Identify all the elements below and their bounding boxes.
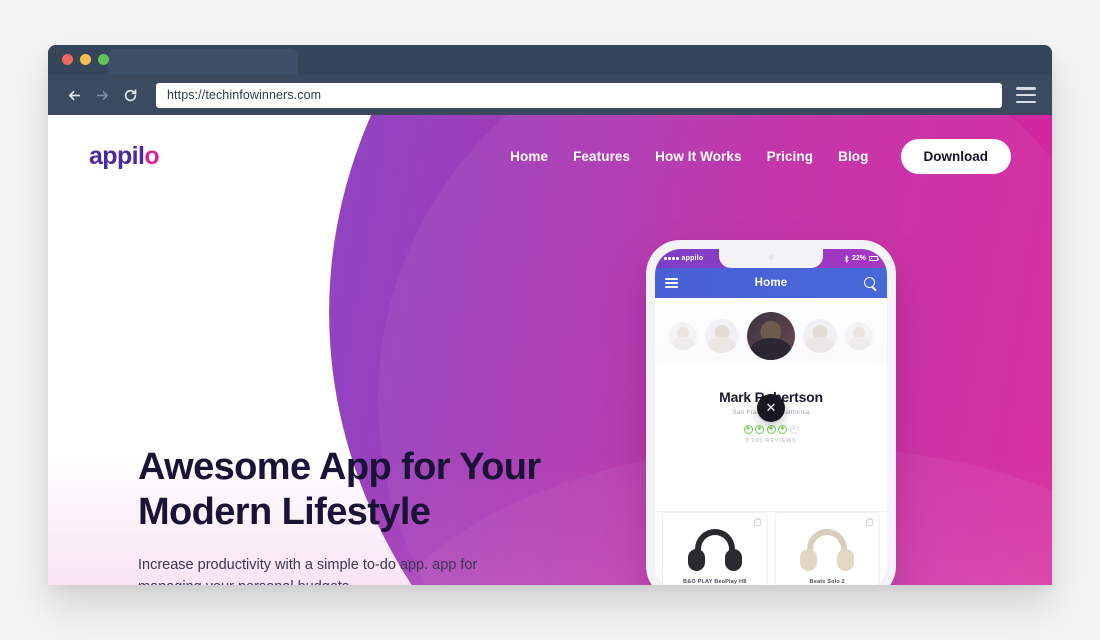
phone-mockup: appilo 22% Home ✕ Mark Robertson San Cal… [646,240,896,585]
search-icon[interactable] [864,276,877,290]
hero-title: Awesome App for Your Modern Lifestyle [138,445,558,535]
product-card[interactable]: Beats Solo 2 $299.95 [774,512,880,585]
product-list: B&O PLAY BeoPlay H8 $199.95 Beats Solo 2… [655,511,887,585]
signal-strength-icon [664,257,679,260]
star-icon-filled: ✱ [743,425,753,434]
close-icon[interactable]: ✕ [757,394,785,422]
minimize-window-button[interactable] [80,54,91,65]
logo-accent: o [144,141,160,170]
nav-item-how-it-works[interactable]: How It Works [655,149,741,164]
avatar[interactable] [803,319,837,353]
browser-window: https://techinfowinners.com appilo Home … [48,45,1052,585]
app-top-bar: Home [655,268,887,298]
maximize-window-button[interactable] [98,54,109,65]
avatar[interactable] [669,322,697,350]
hero-subtitle: Increase productivity with a simple to-d… [138,557,478,585]
nav-item-home[interactable]: Home [510,149,548,164]
header-download-button[interactable]: Download [900,138,1011,174]
review-count: 8,095 REVIEWS [745,438,797,444]
headphones-image [687,529,743,573]
product-name: Beats Solo 2 [809,579,845,585]
status-bar-left: appilo [664,255,703,262]
address-bar-url: https://techinfowinners.com [167,88,322,102]
avatar[interactable] [845,322,873,350]
star-icon-filled: ✱ [778,425,787,434]
avatar-carousel [655,298,887,364]
phone-notch [719,249,823,268]
phone-screen: appilo 22% Home ✕ Mark Robertson San Cal… [655,249,887,585]
hero-title-line-1: Awesome App for Your [138,446,541,488]
hero-section: Awesome App for Your Modern Lifestyle In… [138,445,558,585]
product-card[interactable]: B&O PLAY BeoPlay H8 $199.95 [662,512,768,585]
nav-item-features[interactable]: Features [573,149,630,164]
star-icon-filled: ✱ [766,425,776,434]
headphones-image [799,529,855,573]
battery-icon [869,256,880,261]
shopping-bag-icon[interactable] [753,517,761,526]
rating-stars: ✱ ✱ ✱ ✱ ✱ [655,425,887,434]
window-controls [62,54,109,65]
forward-arrow-icon[interactable] [90,83,114,107]
hamburger-menu-icon[interactable] [1016,87,1036,103]
carrier-label: appilo [681,255,704,262]
avatar[interactable] [705,319,739,353]
page-viewport: appilo Home Features How It Works Pricin… [48,115,1052,585]
front-camera-icon [768,255,774,260]
main-navigation: Home Features How It Works Pricing Blog … [510,138,1011,174]
address-bar[interactable]: https://techinfowinners.com [156,82,1002,108]
site-header: appilo Home Features How It Works Pricin… [48,115,1052,197]
app-screen-title: Home [754,277,788,289]
browser-title-bar [48,45,1052,75]
status-bar-right: 22% [844,254,880,263]
shopping-bag-icon[interactable] [866,517,874,526]
star-icon-filled: ✱ [755,425,764,434]
nav-item-blog[interactable]: Blog [838,149,868,164]
site-logo[interactable]: appilo [89,141,160,171]
nav-item-pricing[interactable]: Pricing [767,149,813,164]
app-menu-icon[interactable] [665,278,678,288]
star-icon-empty: ✱ [789,425,799,434]
product-name: B&O PLAY BeoPlay H8 [683,579,747,585]
battery-percent-label: 22% [851,255,866,262]
browser-toolbar: https://techinfowinners.com [48,75,1052,115]
browser-tab[interactable] [108,49,298,75]
hero-title-line-2: Modern Lifestyle [138,491,431,533]
back-arrow-icon[interactable] [62,83,86,107]
close-window-button[interactable] [62,54,73,65]
reload-icon[interactable] [118,83,142,107]
logo-text: appil [89,141,145,170]
avatar-selected[interactable] [747,312,795,360]
bluetooth-icon [844,254,849,263]
